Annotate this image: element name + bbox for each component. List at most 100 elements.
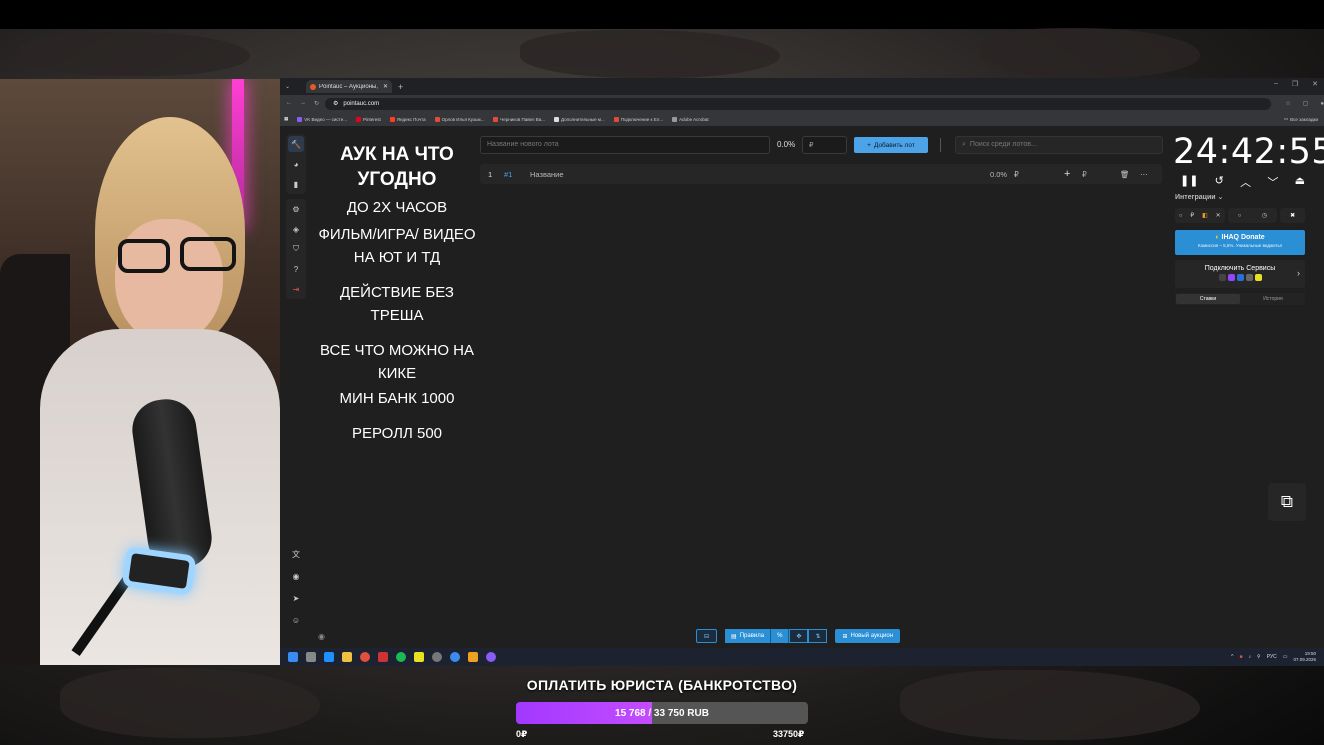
help-icon[interactable]: ? — [288, 261, 304, 277]
save-icon[interactable]: ⊟ — [696, 629, 718, 643]
connect-services-button[interactable]: Подключить Сервисы › — [1175, 260, 1305, 288]
toggle-icon[interactable]: ○ — [1238, 213, 1242, 219]
language-indicator[interactable]: РУС — [1267, 654, 1277, 660]
more-icon[interactable]: ⋯ — [1140, 170, 1154, 179]
bookmark-item[interactable]: Яндекс Почта — [389, 116, 426, 122]
back-icon[interactable]: ← — [286, 100, 292, 107]
desktop-capture: ⌄ Pointauc – Аукционы, созда... ✕ + – ❐ … — [280, 78, 1324, 666]
site-info-icon[interactable]: ⚙ — [333, 100, 338, 107]
search-lots-input[interactable]: ⌕ Поиск среди лотов... — [955, 136, 1163, 154]
settings-icon[interactable]: ⚙ — [288, 201, 304, 217]
chrome-icon[interactable] — [360, 652, 370, 662]
edge-icon[interactable] — [324, 652, 334, 662]
lot-add-amount[interactable]: ₽ — [1082, 170, 1120, 179]
app-icon[interactable] — [486, 652, 496, 662]
trash-icon[interactable]: 🗑 — [1120, 170, 1140, 179]
picture-in-picture-icon[interactable]: ⧉ — [1268, 483, 1306, 521]
system-clock[interactable]: 19:50 07.09.2026 — [1293, 651, 1316, 663]
integration-donation[interactable]: ○ ₽ ◧ ✕ — [1175, 208, 1225, 223]
volume-icon[interactable]: ♪ — [1249, 654, 1252, 660]
network-icon[interactable]: ▭ — [1283, 654, 1288, 660]
telegram-icon[interactable]: ➤ — [288, 590, 304, 606]
eye-icon[interactable]: ◉ — [318, 632, 325, 641]
explorer-icon[interactable] — [342, 652, 352, 662]
timer-controls: ❚❚ ↺ ︿ ﹀ ⏏ — [1180, 174, 1305, 190]
reload-icon[interactable]: ↻ — [314, 100, 319, 107]
app-icon[interactable] — [468, 652, 478, 662]
bookmark-star-icon[interactable]: ☆ — [1285, 100, 1290, 107]
integration-kick[interactable]: ✖ — [1280, 208, 1305, 223]
mic-icon[interactable]: ⚲ — [1257, 654, 1261, 660]
goal-min-label: 0₽ — [516, 729, 528, 739]
percent-icon[interactable]: % — [771, 629, 790, 643]
obs-icon[interactable] — [432, 652, 442, 662]
app-icon[interactable] — [378, 652, 388, 662]
app-icon[interactable] — [450, 652, 460, 662]
pause-icon[interactable]: ❚❚ — [1180, 174, 1198, 190]
wheel-icon[interactable]: ◕ — [288, 156, 304, 172]
all-bookmarks[interactable]: ▭ Все закладки — [1284, 116, 1318, 122]
bookmark-item[interactable]: VK Видео — систе... — [297, 116, 347, 122]
browser-tab[interactable]: Pointauc – Аукционы, созда... ✕ — [306, 80, 393, 93]
github-icon[interactable]: ◉ — [288, 568, 304, 584]
chevron-up-icon[interactable]: ︿ — [1240, 174, 1251, 190]
lot-name[interactable]: Название — [530, 170, 990, 179]
integrations-label[interactable]: Интеграции ⌄ — [1175, 193, 1223, 201]
integration-timer[interactable]: ○ ◷ — [1227, 208, 1278, 223]
close-tab-icon[interactable]: ✕ — [383, 83, 388, 90]
extensions-icon[interactable]: ▢ — [1303, 100, 1309, 107]
new-lot-input[interactable]: Название нового лота — [480, 136, 770, 154]
address-bar[interactable]: ⚙ pointauc.com — [325, 97, 1272, 110]
move-icon[interactable]: ✥ — [789, 629, 809, 643]
amount-input[interactable]: ₽ — [802, 136, 847, 154]
maximize-icon[interactable]: ❐ — [1292, 80, 1298, 88]
tab-title: Pointauc – Аукционы, созда... — [319, 83, 380, 90]
goal-max-label: 33750₽ — [773, 729, 805, 739]
background-palm — [900, 670, 1200, 740]
logout-icon[interactable]: ⇥ — [288, 281, 304, 297]
reset-icon[interactable]: ↺ — [1215, 174, 1224, 190]
discord-icon[interactable]: ☺ — [288, 612, 304, 628]
close-icon[interactable]: ✕ — [1216, 212, 1221, 219]
lot-id[interactable]: #1 — [498, 170, 530, 179]
app-icon[interactable] — [414, 652, 424, 662]
tab-bids[interactable]: Ставки — [1176, 294, 1240, 304]
connect-title: Подключить Сервисы — [1204, 265, 1276, 272]
layers-icon[interactable]: ◈ — [288, 221, 304, 237]
rules-button[interactable]: ▤ Правила — [725, 629, 772, 643]
sort-icon[interactable]: ⇅ — [808, 629, 828, 643]
chevron-down-icon[interactable]: ﹀ — [1267, 174, 1278, 190]
double-up-icon[interactable]: ⏏ — [1295, 174, 1305, 190]
start-icon[interactable] — [288, 652, 298, 662]
bookmark-item[interactable]: Орлов Илья Кузьм... — [434, 116, 484, 122]
lot-row[interactable]: 1 #1 Название 0.0% ₽ + ₽ 🗑 ⋯ — [480, 164, 1162, 184]
bookmark-item[interactable]: Adobe Acrobat — [672, 116, 709, 122]
shield-icon[interactable]: ⛉ — [288, 241, 304, 257]
minimize-icon[interactable]: – — [1274, 80, 1278, 88]
ukraine-flag-icon: ◐ — [1215, 234, 1220, 241]
auction-icon[interactable]: 🔨 — [288, 136, 304, 152]
profile-icon[interactable]: ● — [1320, 101, 1324, 107]
bookmark-apps-icon[interactable]: ▦ — [284, 116, 288, 122]
toggle-icon[interactable]: ○ — [1179, 213, 1183, 219]
tray-chevron-icon[interactable]: ^ — [1231, 654, 1233, 660]
translate-icon[interactable]: 文 — [288, 546, 304, 562]
stats-icon[interactable]: ▮ — [288, 176, 304, 192]
ihaq-donate-button[interactable]: ◐ IHAQ Donate Комиссия – 5,5%. Уникальны… — [1175, 230, 1305, 255]
bookmark-item[interactable]: Pinterest — [355, 116, 381, 122]
new-tab-button[interactable]: + — [398, 82, 403, 92]
tray-icon: ■ — [1239, 654, 1243, 660]
add-amount-icon[interactable]: + — [1064, 168, 1082, 180]
bookmark-item[interactable]: Черников Павел Ва... — [493, 116, 545, 122]
tab-history[interactable]: История — [1241, 293, 1305, 305]
close-window-icon[interactable]: ✕ — [1312, 80, 1318, 88]
new-auction-button[interactable]: ⊞ Новый аукцион — [835, 629, 901, 643]
add-lot-button[interactable]: + Добавить лот — [854, 137, 928, 153]
bookmark-item[interactable]: Подключение к Ел... — [613, 116, 663, 122]
spotify-icon[interactable] — [396, 652, 406, 662]
tab-menu-icon[interactable]: ⌄ — [285, 83, 290, 90]
taskview-icon[interactable] — [306, 652, 316, 662]
bookmark-item[interactable]: Дополнительные м... — [554, 116, 605, 122]
forward-icon[interactable]: → — [300, 100, 306, 107]
background-palm — [520, 30, 780, 78]
